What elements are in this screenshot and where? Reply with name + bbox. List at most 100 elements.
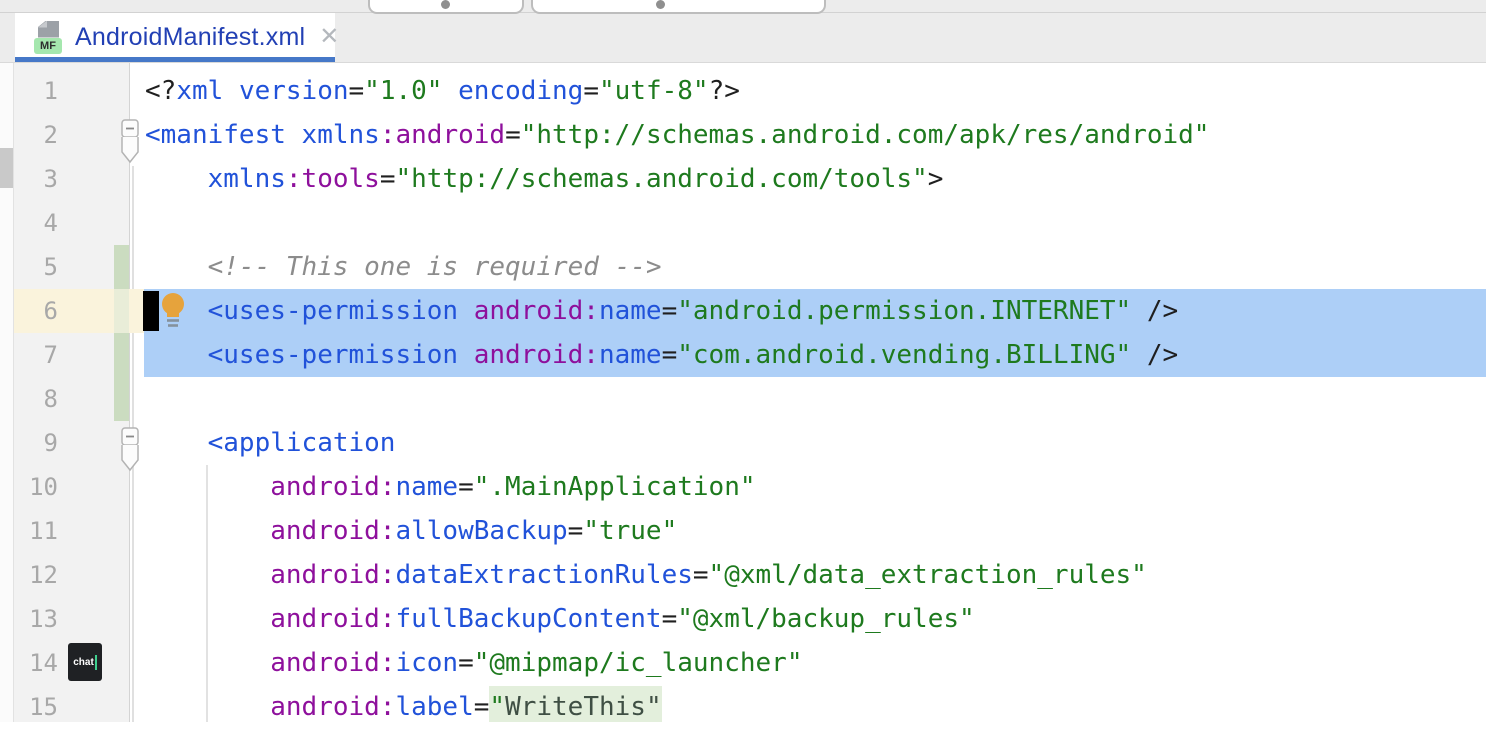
- code-token: "@xml/backup_rules": [677, 604, 974, 634]
- line-number[interactable]: 11: [14, 509, 58, 553]
- line-number[interactable]: 1: [14, 69, 58, 113]
- line-number[interactable]: 7: [14, 333, 58, 377]
- code-token: =: [583, 76, 599, 106]
- code-token: name: [599, 296, 662, 326]
- code-token: android:: [270, 560, 395, 590]
- line-number[interactable]: 14: [14, 641, 58, 685]
- code-token: xml: [176, 76, 223, 106]
- code-token: =: [349, 76, 365, 106]
- line-number[interactable]: 12: [14, 553, 58, 597]
- code-line-15[interactable]: android:label="WriteThis": [145, 685, 662, 722]
- line-number[interactable]: 4: [14, 201, 58, 245]
- line-number[interactable]: 5: [14, 245, 58, 289]
- toolbar-control[interactable]: [368, 0, 524, 14]
- code-token: [145, 296, 208, 326]
- code-token: <!-- This one is required -->: [145, 252, 662, 282]
- line-number[interactable]: 3: [14, 157, 58, 201]
- code-token: WriteThis": [505, 692, 662, 722]
- code-token: android:: [270, 516, 395, 546]
- code-token: =: [380, 164, 396, 194]
- caret-row-highlight: [130, 289, 144, 333]
- code-token: >: [928, 164, 944, 194]
- code-token: "@xml/data_extraction_rules": [709, 560, 1147, 590]
- code-token: <?: [145, 76, 176, 106]
- manifest-file-icon: MF: [34, 21, 62, 54]
- code-token: [458, 296, 474, 326]
- code-line-7[interactable]: <uses-permission android:name="com.andro…: [145, 333, 1178, 377]
- code-token: [145, 560, 270, 590]
- vcs-change-bar: [114, 289, 129, 333]
- code-token: "true": [583, 516, 677, 546]
- code-token: =: [693, 560, 709, 590]
- code-token: name: [395, 472, 458, 502]
- code-token: <uses-permission: [208, 340, 458, 370]
- toolbar-control[interactable]: [531, 0, 826, 14]
- code-token: [145, 648, 270, 678]
- code-token: ".MainApplication": [474, 472, 756, 502]
- code-token: android:: [474, 340, 599, 370]
- line-number[interactable]: 10: [14, 465, 58, 509]
- code-token: <uses-permission: [208, 296, 458, 326]
- code-token: [145, 428, 208, 458]
- chat-overlay-label: chat: [73, 657, 94, 668]
- code-line-5[interactable]: <!-- This one is required -->: [145, 245, 662, 289]
- code-token: =: [474, 692, 490, 722]
- code-token: />: [1131, 296, 1178, 326]
- editor-gutter[interactable]: 123456789101112131415 chat: [14, 62, 130, 722]
- code-token: icon: [395, 648, 458, 678]
- code-token: version: [239, 76, 349, 106]
- code-line-14[interactable]: android:icon="@mipmap/ic_launcher": [145, 641, 802, 685]
- code-token: [145, 164, 208, 194]
- code-line-6[interactable]: <uses-permission android:name="android.p…: [145, 289, 1178, 333]
- code-token: encoding: [458, 76, 583, 106]
- code-token: allowBackup: [395, 516, 567, 546]
- code-token: [145, 604, 270, 634]
- code-token: "utf-8": [599, 76, 709, 106]
- close-tab-icon[interactable]: ✕: [319, 25, 339, 49]
- code-token: "android.permission.INTERNET": [677, 296, 1131, 326]
- code-token: =: [662, 604, 678, 634]
- line-number[interactable]: 9: [14, 421, 58, 465]
- code-line-12[interactable]: android:dataExtractionRules="@xml/data_e…: [145, 553, 1147, 597]
- code-token: android:: [270, 604, 395, 634]
- code-token: android:: [474, 296, 599, 326]
- dot-icon: [656, 0, 665, 9]
- code-token: "http://schemas.android.com/apk/res/andr…: [521, 120, 1210, 150]
- code-token: =: [568, 516, 584, 546]
- line-number[interactable]: 13: [14, 597, 58, 641]
- chat-overlay-badge[interactable]: chat: [68, 643, 102, 681]
- top-toolbar-strip: [0, 0, 1486, 13]
- code-token: "1.0": [364, 76, 442, 106]
- code-token: ": [489, 692, 505, 722]
- code-token: =: [505, 120, 521, 150]
- code-line-13[interactable]: android:fullBackupContent="@xml/backup_r…: [145, 597, 975, 641]
- line-number[interactable]: 6: [14, 289, 58, 333]
- code-token: xmlns: [208, 164, 286, 194]
- code-line-11[interactable]: android:allowBackup="true": [145, 509, 677, 553]
- code-token: [145, 340, 208, 370]
- code-token: :android: [380, 120, 505, 150]
- window-left-edge: [0, 62, 14, 722]
- code-token: [145, 692, 270, 722]
- code-token: <manifest: [145, 120, 286, 150]
- left-edge-marker: [0, 148, 13, 188]
- code-line-10[interactable]: android:name=".MainApplication": [145, 465, 756, 509]
- line-number[interactable]: 8: [14, 377, 58, 421]
- code-token: =: [662, 340, 678, 370]
- line-number[interactable]: 2: [14, 113, 58, 157]
- tab-title: AndroidManifest.xml: [75, 23, 305, 52]
- code-line-3[interactable]: xmlns:tools="http://schemas.android.com/…: [145, 157, 943, 201]
- text-caret: [95, 655, 97, 670]
- code-token: "http://schemas.android.com/tools": [395, 164, 927, 194]
- active-tab-indicator: [15, 57, 335, 62]
- code-token: dataExtractionRules: [395, 560, 692, 590]
- line-number[interactable]: 15: [14, 685, 58, 729]
- code-editor: 123456789101112131415 chat <?xml version…: [0, 62, 1486, 722]
- code-token: [145, 516, 270, 546]
- code-area[interactable]: <?xml version="1.0" encoding="utf-8"?><m…: [130, 62, 1486, 722]
- code-token: name: [599, 340, 662, 370]
- code-line-9[interactable]: <application: [145, 421, 395, 465]
- code-line-2[interactable]: <manifest xmlns:android="http://schemas.…: [145, 113, 1209, 157]
- tab-androidmanifest[interactable]: MF AndroidManifest.xml ✕: [15, 12, 335, 62]
- code-line-1[interactable]: <?xml version="1.0" encoding="utf-8"?>: [145, 69, 740, 113]
